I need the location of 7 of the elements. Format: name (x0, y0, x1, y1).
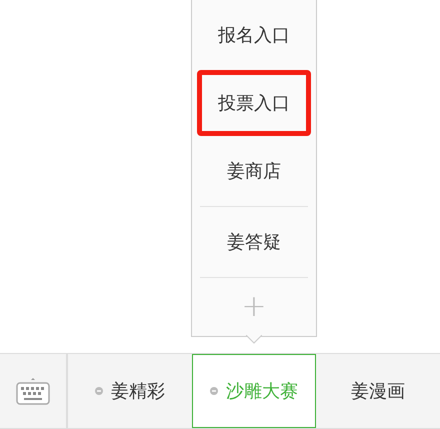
menu-tab[interactable]: 姜精彩 (68, 354, 192, 428)
menu-tab[interactable]: 姜漫画 (316, 354, 440, 428)
submenu-item[interactable]: 报名入口 (201, 0, 307, 70)
submenu-item[interactable]: 姜答疑 (210, 207, 298, 277)
keyboard-icon[interactable] (16, 377, 50, 405)
submenu-item[interactable]: 投票入口 (197, 70, 311, 136)
submenu-item[interactable]: 姜商店 (210, 136, 298, 206)
